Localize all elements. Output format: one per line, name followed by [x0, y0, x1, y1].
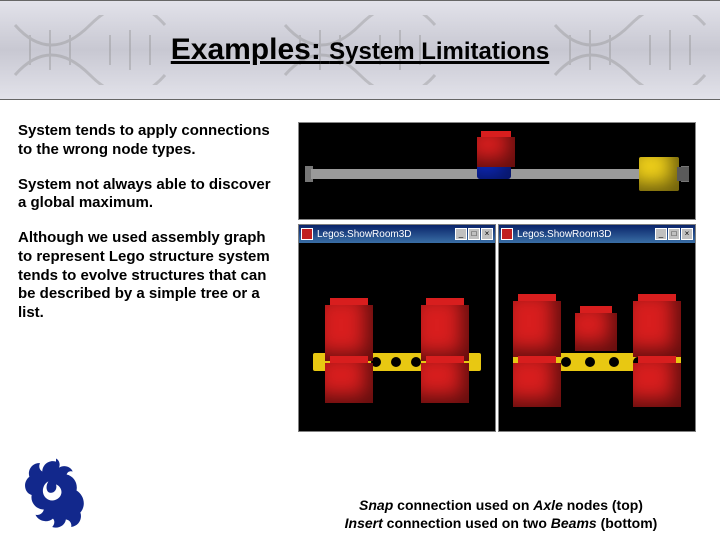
red-block [513, 301, 561, 357]
window-2-body [499, 243, 695, 431]
red-block [421, 363, 469, 403]
content-area: System tends to apply connections to the… [0, 100, 720, 432]
java-cup-icon [301, 228, 313, 240]
close-button[interactable]: × [681, 228, 693, 240]
caption-line-1: Snap connection used on Axle nodes (top) [286, 496, 716, 514]
axle-render [298, 122, 696, 220]
window-2-title: Legos.ShowRoom3D [517, 229, 655, 240]
caption-word-beams: Beams [551, 515, 597, 531]
red-block [575, 313, 617, 351]
beam-hole [585, 357, 595, 367]
window-1-body [299, 243, 495, 431]
red-block [325, 363, 373, 403]
red-block [325, 305, 373, 361]
yellow-brick [639, 157, 679, 191]
maximize-button[interactable]: □ [668, 228, 680, 240]
window-1-titlebar: Legos.ShowRoom3D _ □ × [299, 225, 495, 243]
caption: Snap connection used on Axle nodes (top)… [286, 496, 716, 532]
caption-text: nodes (top) [563, 497, 643, 513]
window-2: Legos.ShowRoom3D _ □ × [498, 224, 696, 432]
window-1: Legos.ShowRoom3D _ □ × [298, 224, 496, 432]
paragraph-1: System tends to apply connections to the… [18, 122, 280, 160]
image-column: Legos.ShowRoom3D _ □ × [298, 122, 702, 432]
beam-windows-row: Legos.ShowRoom3D _ □ × [298, 224, 702, 432]
caption-line-2: Insert connection used on two Beams (bot… [286, 514, 716, 532]
java-cup-icon [501, 228, 513, 240]
caption-word-axle: Axle [533, 497, 563, 513]
window-2-buttons: _ □ × [655, 228, 693, 240]
caption-text: connection used on [393, 497, 533, 513]
caption-text: (bottom) [597, 515, 658, 531]
maximize-button[interactable]: □ [468, 228, 480, 240]
text-column: System tends to apply connections to the… [18, 122, 280, 432]
red-block [513, 363, 561, 407]
minimize-button[interactable]: _ [655, 228, 667, 240]
close-button[interactable]: × [481, 228, 493, 240]
red-block [421, 305, 469, 361]
caption-word-snap: Snap [359, 497, 393, 513]
page-title: Examples: System Limitations [171, 33, 549, 67]
window-1-buttons: _ □ × [455, 228, 493, 240]
caption-text: connection used on two [383, 515, 551, 531]
beam-hole [391, 357, 401, 367]
beam-hole [609, 357, 619, 367]
title-main: Examples: [171, 33, 321, 66]
red-brick [477, 137, 515, 167]
helix-icon [550, 15, 710, 85]
title-sub: System Limitations [329, 38, 549, 65]
red-block [633, 363, 681, 407]
paragraph-3: Although we used assembly graph to repre… [18, 229, 280, 323]
minimize-button[interactable]: _ [455, 228, 467, 240]
window-2-titlebar: Legos.ShowRoom3D _ □ × [499, 225, 695, 243]
paragraph-2: System not always able to discover a glo… [18, 176, 280, 214]
window-1-title: Legos.ShowRoom3D [317, 229, 455, 240]
blue-brick [477, 165, 511, 179]
beam-hole [561, 357, 571, 367]
beam-hole [411, 357, 421, 367]
dragon-logo-icon [18, 454, 94, 530]
helix-icon [10, 15, 170, 85]
caption-word-insert: Insert [345, 515, 383, 531]
title-banner: Examples: System Limitations [0, 0, 720, 100]
red-block [633, 301, 681, 357]
